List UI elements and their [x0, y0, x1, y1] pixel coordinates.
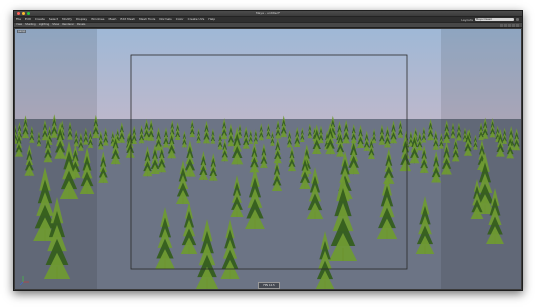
menu-item-create[interactable]: Create	[35, 17, 45, 22]
panel-menu-lighting[interactable]: Lighting	[39, 23, 49, 27]
hud-readout: FPS 12.5	[258, 282, 280, 289]
menu-item-help[interactable]: Help	[208, 17, 215, 22]
menu-item-normals[interactable]: Normals	[159, 17, 171, 22]
panel-menu-view[interactable]: View	[16, 23, 22, 27]
grid-icon[interactable]	[504, 23, 507, 27]
application-window: Maya - untitled* File Edit Create Select Mod…	[13, 10, 523, 291]
panel-menu-panels[interactable]: Panels	[77, 23, 85, 27]
camera-icon[interactable]	[500, 23, 503, 27]
layout-label: Layouts	[461, 17, 473, 22]
menu-item-windows[interactable]: Windows	[91, 17, 104, 22]
camera-label: persp	[17, 30, 27, 33]
panel-menu-renderer[interactable]: Renderer	[62, 23, 74, 27]
layout-selector: Layouts Maya Classic	[461, 17, 519, 22]
menu-item-edit-mesh[interactable]: Edit Mesh	[120, 17, 135, 22]
main-menu-items: File Edit Create Select Modify Display Windows…	[16, 17, 219, 22]
menu-item-edit[interactable]: Edit	[25, 17, 31, 22]
wireframe-icon[interactable]	[508, 23, 511, 27]
settings-icon[interactable]	[516, 18, 519, 21]
smooth-shade-icon[interactable]	[512, 23, 515, 27]
viewport-scene[interactable]	[15, 29, 521, 289]
menu-item-color[interactable]: Color	[176, 17, 184, 22]
panel-toolbar-icons	[500, 23, 519, 27]
menu-item-display[interactable]: Display	[76, 17, 87, 22]
menu-item-modify[interactable]: Modify	[62, 17, 72, 22]
menu-item-mesh-tools[interactable]: Mesh Tools	[139, 17, 155, 22]
menu-item-file[interactable]: File	[16, 17, 21, 22]
textured-icon[interactable]	[516, 23, 519, 27]
panel-menu-items: View Shading Lighting Show Renderer Panels	[16, 23, 88, 27]
panel-menu-bar: View Shading Lighting Show Renderer Panels	[14, 23, 522, 28]
layout-dropdown[interactable]: Maya Classic	[475, 18, 514, 21]
panel-menu-show[interactable]: Show	[52, 23, 59, 27]
panel-menu-shading[interactable]: Shading	[25, 23, 36, 27]
window-title: Maya - untitled*	[255, 11, 281, 15]
menu-item-mesh[interactable]: Mesh	[109, 17, 117, 22]
menu-item-create-uvs[interactable]: Create UVs	[188, 17, 205, 22]
menu-item-select[interactable]: Select	[49, 17, 58, 22]
perspective-viewport[interactable]: persp FPS 12.5	[15, 29, 521, 289]
